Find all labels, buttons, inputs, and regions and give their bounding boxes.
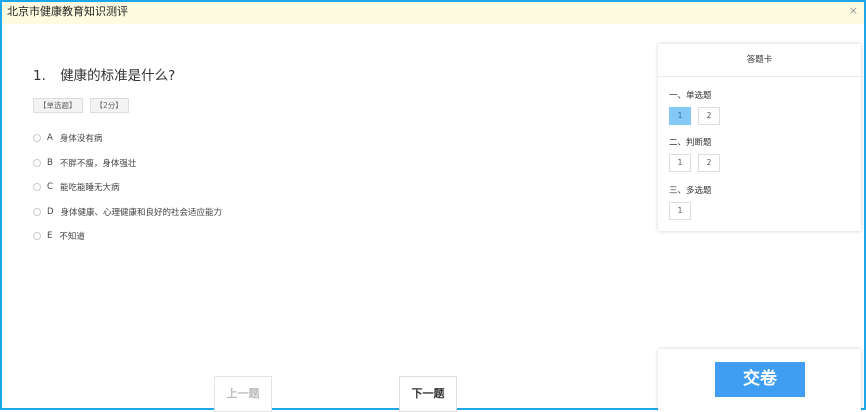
section-single-choice: 一、单选题 1 2 — [669, 89, 720, 125]
next-question-button[interactable]: 下一题 — [399, 376, 457, 412]
radio-button[interactable] — [33, 207, 41, 216]
section-label: 一、单选题 — [669, 91, 712, 101]
radio-button[interactable] — [33, 183, 41, 191]
option-text: 身体没有病 — [59, 134, 103, 144]
option-d[interactable]: D 身体健康、心理健康和良好的社会适应能力 — [33, 206, 222, 218]
option-letter: B — [47, 157, 53, 168]
question-title: 1. 健康的标准是什么? — [33, 64, 175, 84]
submit-exam-button[interactable]: 交卷 — [715, 362, 805, 397]
prev-question-button[interactable]: 上一题 — [214, 376, 272, 412]
option-letter: C — [47, 182, 53, 192]
option-text: 不胖不瘦，身体强壮 — [59, 158, 137, 169]
question-text: 健康的标准是什么? — [60, 68, 176, 84]
option-c[interactable]: C 能吃能睡无大病 — [33, 181, 222, 193]
answer-card-cell[interactable]: 1 — [669, 107, 691, 125]
radio-button[interactable] — [33, 134, 41, 142]
option-letter: D — [47, 206, 54, 217]
answer-card-title: 答题卡 — [658, 44, 861, 77]
question-score-tag: 【2分】 — [89, 98, 129, 113]
option-text: 不知道 — [59, 232, 85, 242]
answer-options: A 身体没有病 B 不胖不瘦，身体强壮 C 能吃能睡无大病 D 身体健康、心理健… — [33, 132, 222, 255]
option-text: 能吃能睡无大病 — [59, 183, 120, 193]
section-label: 二、判断题 — [669, 138, 712, 148]
section-multiple-choice: 三、多选题 1 — [669, 184, 712, 220]
submit-panel: 交卷 — [658, 349, 861, 412]
window-title: 北京市健康教育知识测评 — [7, 5, 128, 18]
section-label: 三、多选题 — [669, 186, 712, 196]
question-type-tag: 【单选题】 — [33, 98, 83, 113]
radio-button[interactable] — [33, 232, 41, 240]
option-b[interactable]: B 不胖不瘦，身体强壮 — [33, 157, 222, 169]
close-icon[interactable]: × — [849, 2, 858, 20]
section-true-false: 二、判断题 1 2 — [669, 136, 720, 172]
answer-card-cell[interactable]: 1 — [669, 154, 691, 172]
question-number: 1. — [33, 68, 46, 84]
answer-card-cell[interactable]: 1 — [669, 202, 691, 220]
exam-window: 北京市健康教育知识测评 × 1. 健康的标准是什么? 【单选题】 【2分】 A … — [0, 0, 866, 412]
option-e[interactable]: E 不知道 — [33, 230, 222, 242]
option-letter: A — [47, 133, 53, 143]
question-tags: 【单选题】 【2分】 — [33, 98, 129, 113]
window-titlebar: 北京市健康教育知识测评 × — [2, 2, 864, 24]
answer-card: 答题卡 一、单选题 1 2 二、判断题 1 2 三、多选题 1 — [658, 44, 861, 231]
answer-card-cell[interactable]: 2 — [698, 154, 720, 172]
option-letter: E — [47, 231, 53, 241]
option-text: 身体健康、心理健康和良好的社会适应能力 — [60, 207, 223, 218]
option-a[interactable]: A 身体没有病 — [33, 132, 222, 144]
answer-card-cell[interactable]: 2 — [698, 107, 720, 125]
radio-button[interactable] — [33, 158, 41, 167]
